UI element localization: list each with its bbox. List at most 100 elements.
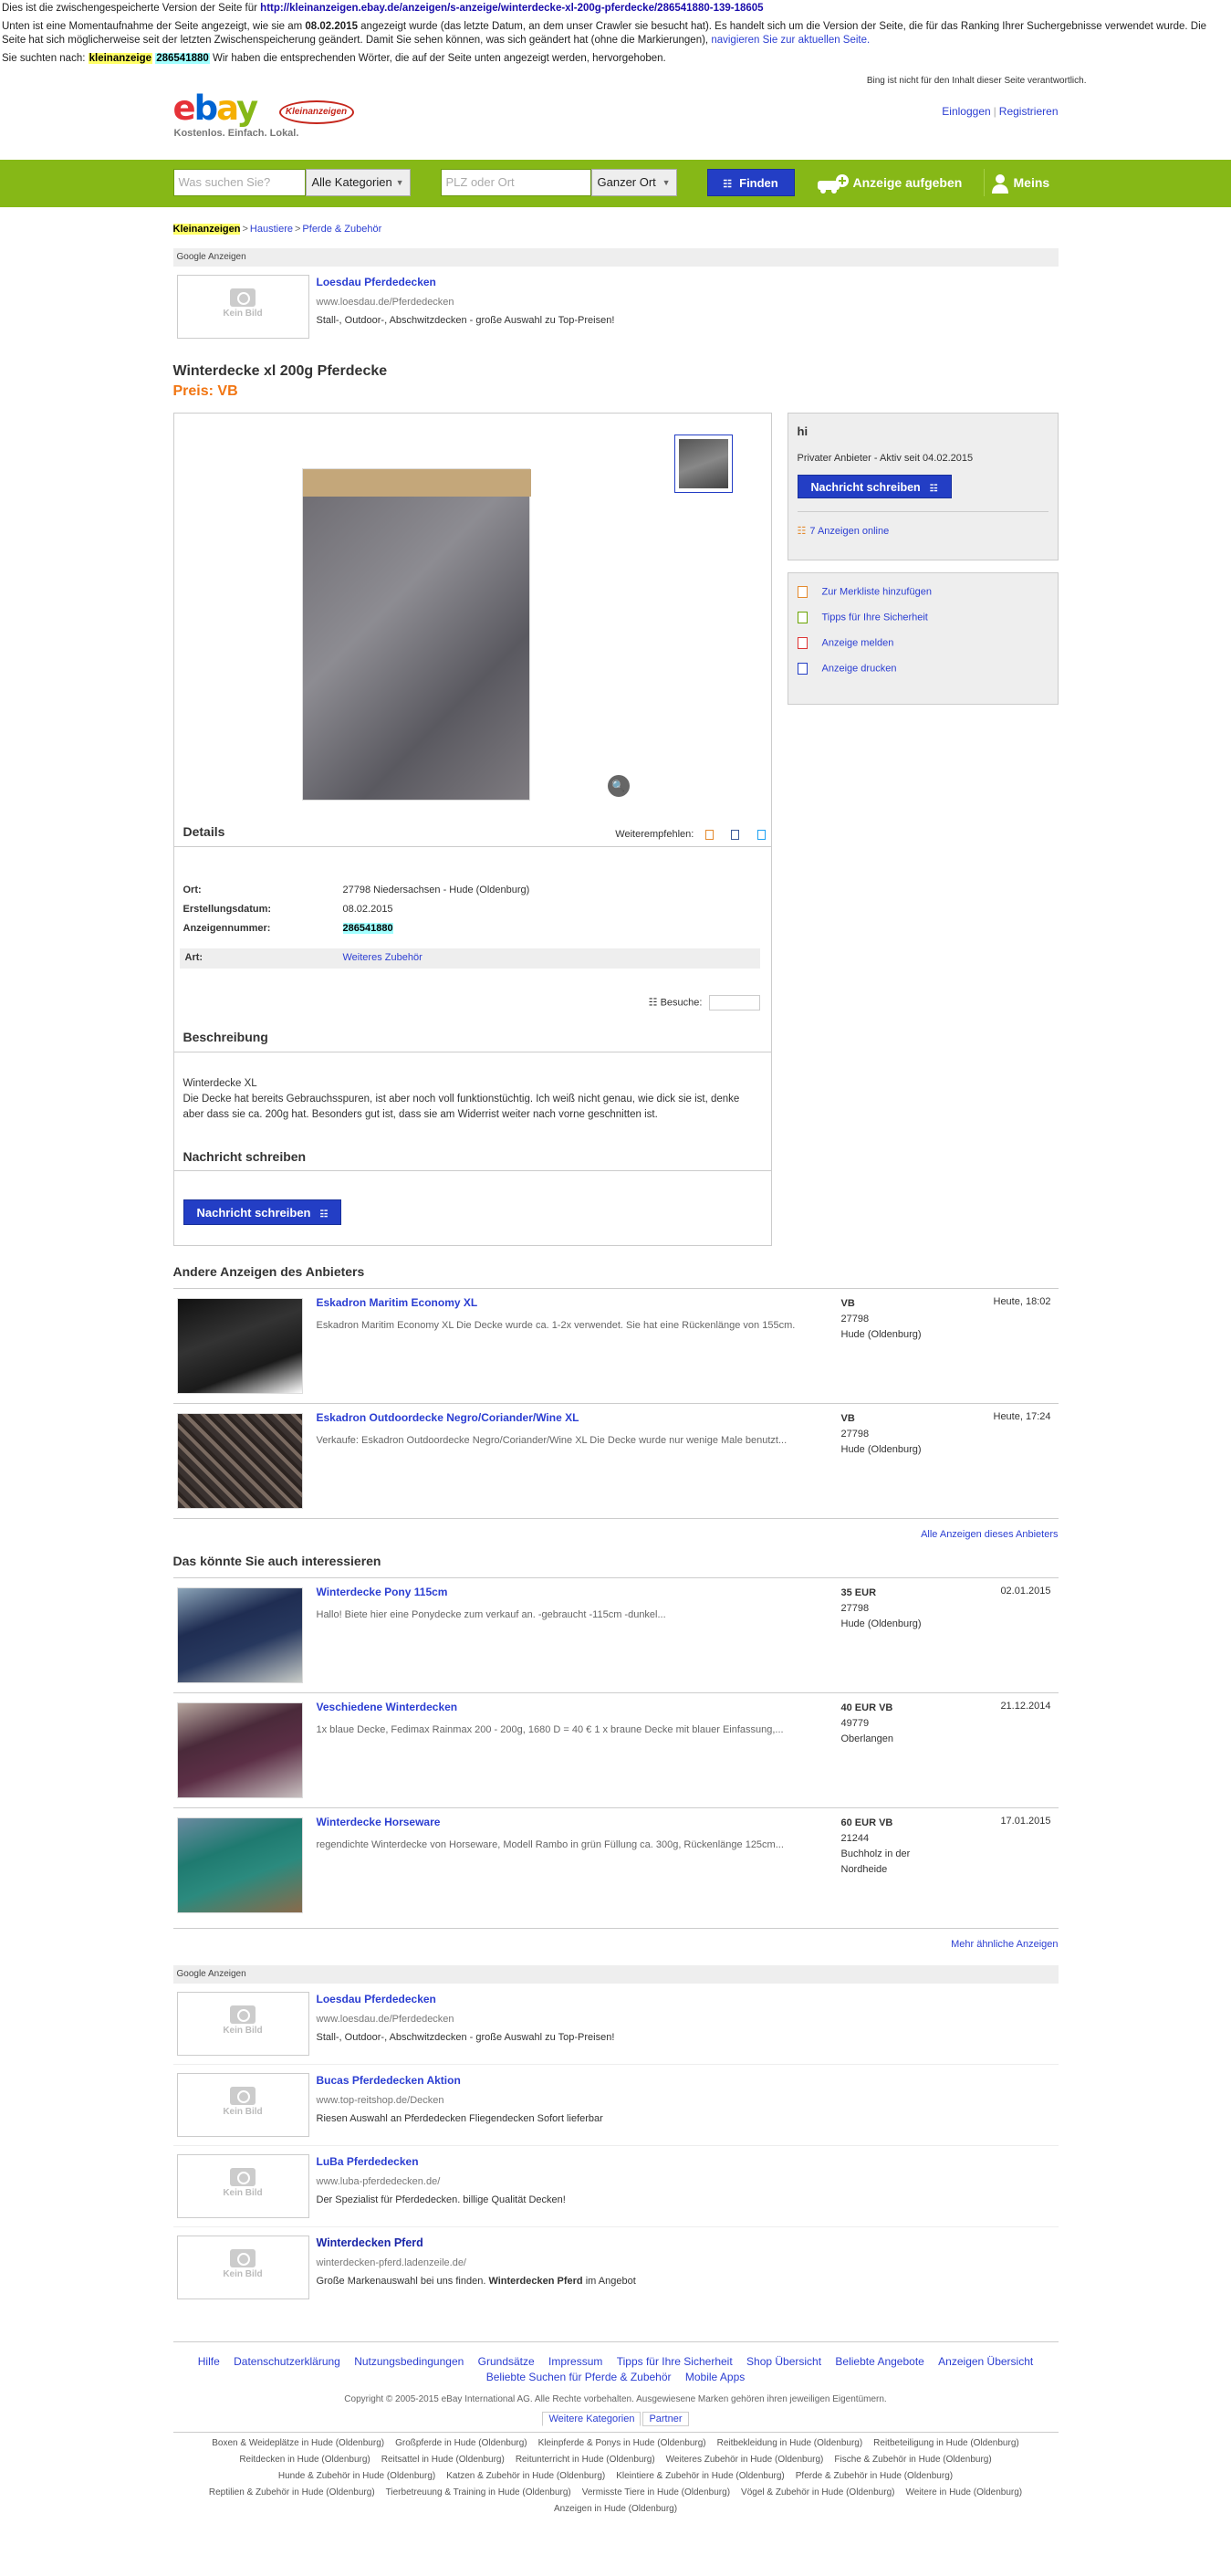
footer-link[interactable]: Shop Übersicht xyxy=(746,2355,821,2368)
seo-link[interactable]: Reitbekleidung in Hude (Oldenburg) xyxy=(717,2438,863,2448)
listing-title-link[interactable]: Eskadron Outdoordecke Negro/Coriander/Wi… xyxy=(317,1411,579,1424)
more-similar-link[interactable]: Mehr ähnliche Anzeigen xyxy=(951,1939,1058,1950)
list-item[interactable]: Eskadron Outdoordecke Negro/Coriander/Wi… xyxy=(172,1403,1059,1518)
seo-link[interactable]: Großpferde in Hude (Oldenburg) xyxy=(395,2438,527,2448)
breadcrumb-pets[interactable]: Haustiere xyxy=(250,224,293,235)
footer-link[interactable]: Grundsätze xyxy=(478,2355,535,2368)
google-ad[interactable]: Kein Bild Loesdau Pferdedecken www.loesd… xyxy=(173,267,1059,341)
seo-link[interactable]: Kleinpferde & Ponys in Hude (Oldenburg) xyxy=(538,2438,706,2448)
action-safety[interactable]: Tipps für Ihre Sicherheit xyxy=(797,612,1048,623)
footer-link[interactable]: Tipps für Ihre Sicherheit xyxy=(617,2355,733,2368)
seo-link[interactable]: Tierbetreuung & Training in Hude (Oldenb… xyxy=(386,2487,571,2497)
location-input[interactable]: PLZ oder Ort xyxy=(440,169,591,196)
list-item[interactable]: Eskadron Maritim Economy XL Eskadron Mar… xyxy=(172,1288,1059,1403)
footer-link[interactable]: Mobile Apps xyxy=(685,2371,745,2383)
seo-link[interactable]: Vermisste Tiere in Hude (Oldenburg) xyxy=(582,2487,730,2497)
email-share-icon[interactable] xyxy=(705,829,715,840)
seller-message-button[interactable]: Nachricht schreiben ☷ xyxy=(797,475,952,498)
ebay-kleinanzeigen-logo[interactable]: ebay Kleinanzeigen Kostenlos. Einfach. L… xyxy=(173,89,356,143)
ad-title-link[interactable]: Loesdau Pferdedecken xyxy=(317,1993,436,2005)
seller-ads-link[interactable]: 7 Anzeigen online xyxy=(809,526,889,537)
seo-link[interactable]: Anzeigen in Hude (Oldenburg) xyxy=(554,2504,677,2514)
detail-label: Erstellungsdatum: xyxy=(183,904,272,915)
listing-title-link[interactable]: Winterdecke Horseware xyxy=(317,1816,441,1828)
seo-link[interactable]: Katzen & Zubehör in Hude (Oldenburg) xyxy=(446,2471,605,2481)
camera-icon xyxy=(230,288,256,307)
action-print[interactable]: Anzeige drucken xyxy=(797,663,1048,675)
listing-image[interactable] xyxy=(176,1587,303,1683)
radius-select[interactable]: Ganzer Ort ▼ xyxy=(590,169,677,196)
watchlist-link[interactable]: Zur Merkliste hinzufügen xyxy=(822,586,932,597)
breadcrumb-horses[interactable]: Pferde & Zubehör xyxy=(302,224,381,235)
action-watchlist[interactable]: Zur Merkliste hinzufügen xyxy=(797,586,1048,598)
ad-title-link[interactable]: Bucas Pferdedecken Aktion xyxy=(317,2074,461,2087)
seo-link[interactable]: Hunde & Zubehör in Hude (Oldenburg) xyxy=(278,2471,435,2481)
mine-menu[interactable]: Meins xyxy=(983,169,1049,196)
seo-link[interactable]: Reptilien & Zubehör in Hude (Oldenburg) xyxy=(209,2487,375,2497)
twitter-share-icon[interactable] xyxy=(756,829,766,840)
breadcrumb-home[interactable]: Kleinanzeigen xyxy=(172,224,241,235)
seo-link[interactable]: Reitbeteiligung in Hude (Oldenburg) xyxy=(873,2438,1019,2448)
list-item[interactable]: Winterdecke Pony 115cm Hallo! Biete hier… xyxy=(172,1577,1059,1692)
visits-value xyxy=(708,995,760,1011)
listing-image[interactable] xyxy=(176,1817,303,1913)
send-message-button[interactable]: Nachricht schreiben ☷ xyxy=(183,1199,342,1225)
action-report[interactable]: Anzeige melden xyxy=(797,637,1048,649)
detail-art-link[interactable]: Weiteres Zubehör xyxy=(343,952,423,963)
search-input[interactable]: Was suchen Sie? xyxy=(172,169,306,196)
seo-link[interactable]: Kleintiere & Zubehör in Hude (Oldenburg) xyxy=(616,2471,785,2481)
ad-title-link[interactable]: LuBa Pferdedecken xyxy=(317,2155,419,2168)
all-seller-ads-link[interactable]: Alle Anzeigen dieses Anbieters xyxy=(921,1529,1058,1540)
footer-link[interactable]: Nutzungsbedingungen xyxy=(354,2355,464,2368)
listing-image[interactable] xyxy=(176,1702,303,1798)
print-icon xyxy=(797,663,808,675)
seo-link[interactable]: Fische & Zubehör in Hude (Oldenburg) xyxy=(834,2455,991,2465)
bing-note: Bing ist nicht für den Inhalt dieser Sei… xyxy=(866,76,1087,86)
footer-link[interactable]: Impressum xyxy=(548,2355,602,2368)
seller-ads-online[interactable]: ☷ 7 Anzeigen online xyxy=(798,525,1048,537)
footer-link[interactable]: Beliebte Suchen für Pferde & Zubehör xyxy=(486,2371,672,2383)
seo-link[interactable]: Vögel & Zubehör in Hude (Oldenburg) xyxy=(741,2487,894,2497)
image-thumbnail[interactable] xyxy=(673,435,733,493)
google-ad[interactable]: Kein Bild Winterdecken Pferd winterdecke… xyxy=(173,2227,1059,2309)
register-link[interactable]: Registrieren xyxy=(999,105,1059,118)
listing-image[interactable] xyxy=(176,1413,303,1509)
cached-url-link[interactable]: http://kleinanzeigen.ebay.de/anzeigen/s-… xyxy=(260,3,763,14)
listing-image[interactable] xyxy=(176,1298,303,1394)
print-ad-link[interactable]: Anzeige drucken xyxy=(822,663,897,674)
footer-link[interactable]: Hilfe xyxy=(198,2355,220,2368)
seo-link[interactable]: Boxen & Weideplätze in Hude (Oldenburg) xyxy=(212,2438,384,2448)
listing-title-link[interactable]: Winterdecke Pony 115cm xyxy=(317,1586,448,1598)
list-item[interactable]: Winterdecke Horseware regendichte Winter… xyxy=(172,1807,1059,1922)
ad-title-link[interactable]: Winterdecken Pferd xyxy=(317,2236,423,2249)
facebook-share-icon[interactable] xyxy=(731,829,740,840)
seo-link[interactable]: Reitdecken in Hude (Oldenburg) xyxy=(239,2455,370,2465)
report-ad-link[interactable]: Anzeige melden xyxy=(822,637,894,648)
seo-link[interactable]: Weiteres Zubehör in Hude (Oldenburg) xyxy=(666,2455,824,2465)
seo-link[interactable]: Weitere in Hude (Oldenburg) xyxy=(905,2487,1022,2497)
google-ad[interactable]: Kein Bild Loesdau Pferdedecken www.loesd… xyxy=(172,1984,1059,2065)
listing-title-link[interactable]: Veschiedene Winterdecken xyxy=(317,1701,458,1713)
google-ad[interactable]: Kein Bild LuBa Pferdedecken www.luba-pfe… xyxy=(172,2146,1059,2227)
footer-link[interactable]: Anzeigen Übersicht xyxy=(938,2355,1033,2368)
list-item[interactable]: Veschiedene Winterdecken 1x blaue Decke,… xyxy=(172,1692,1059,1807)
seo-link[interactable]: Reitsattel in Hude (Oldenburg) xyxy=(381,2455,505,2465)
listing-meta: VB 27798 Hude (Oldenburg) xyxy=(841,1296,933,1343)
tab-more-categories[interactable]: Weitere Kategorien xyxy=(542,2412,642,2426)
safety-tips-link[interactable]: Tipps für Ihre Sicherheit xyxy=(822,612,928,623)
seo-link[interactable]: Reitunterricht in Hude (Oldenburg) xyxy=(516,2455,655,2465)
zoom-icon[interactable]: 🔍 xyxy=(607,775,630,797)
footer-link[interactable]: Beliebte Angebote xyxy=(835,2355,923,2368)
post-ad-button[interactable]: Anzeige aufgeben xyxy=(817,169,962,196)
main-image[interactable] xyxy=(301,468,531,801)
seo-link[interactable]: Pferde & Zubehör in Hude (Oldenburg) xyxy=(796,2471,953,2481)
current-page-link[interactable]: navigieren Sie zur aktuellen Seite. xyxy=(711,35,870,46)
login-link[interactable]: Einloggen xyxy=(942,105,990,118)
ad-title-link[interactable]: Loesdau Pferdedecken xyxy=(317,276,436,288)
listing-title-link[interactable]: Eskadron Maritim Economy XL xyxy=(317,1296,478,1309)
footer-link[interactable]: Datenschutzerklärung xyxy=(234,2355,340,2368)
category-select[interactable]: Alle Kategorien ▼ xyxy=(305,169,411,196)
find-button[interactable]: ☷ Finden xyxy=(706,169,795,196)
google-ad[interactable]: Kein Bild Bucas Pferdedecken Aktion www.… xyxy=(172,2065,1059,2146)
tab-partner[interactable]: Partner xyxy=(642,2412,689,2426)
